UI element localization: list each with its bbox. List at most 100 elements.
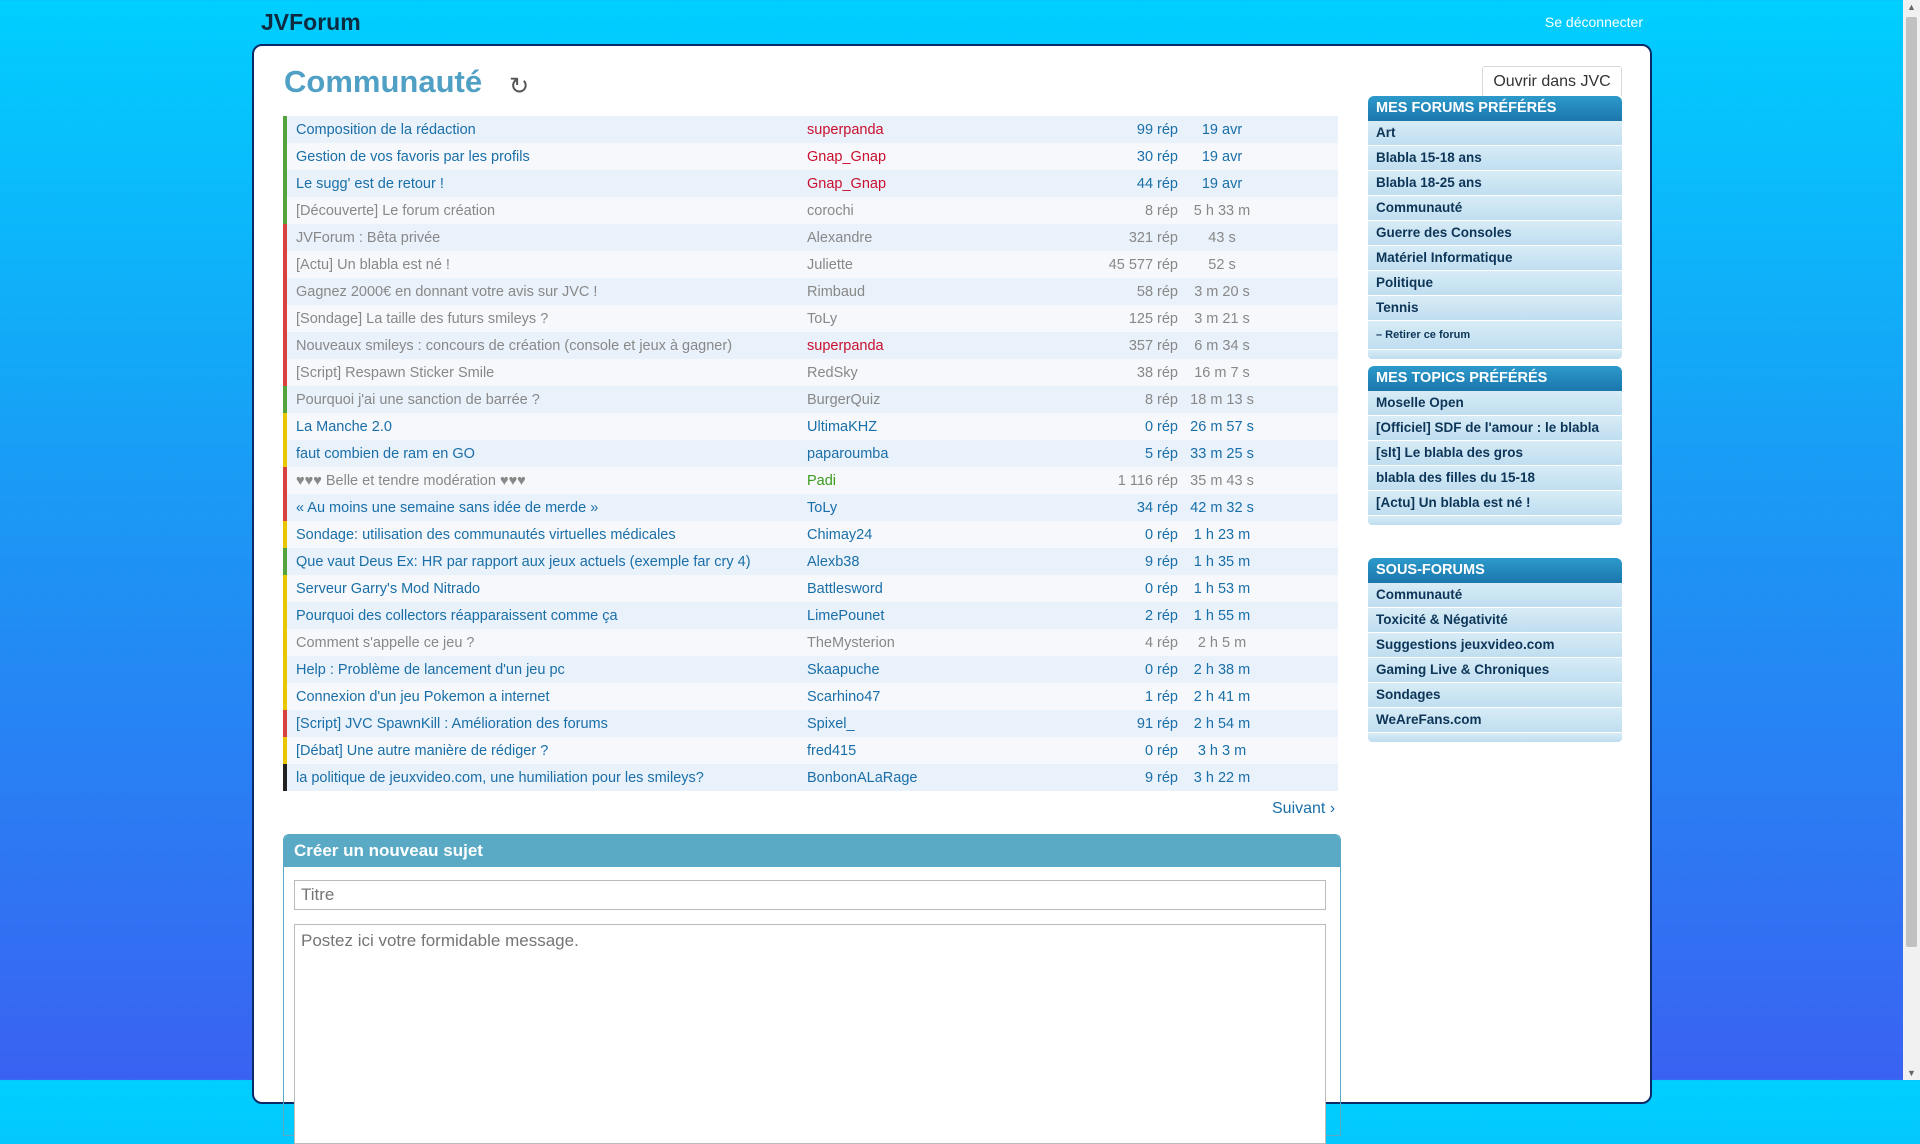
topic-row[interactable]: Que vaut Deus Ex: HR par rapport aux jeu… [283, 548, 1338, 575]
topic-author[interactable]: UltimaKHZ [807, 419, 877, 435]
topic-author[interactable]: ToLy [807, 500, 837, 516]
favorite-forum-item[interactable]: Communauté [1368, 196, 1622, 221]
topic-author[interactable]: Padi [807, 473, 836, 489]
topic-author[interactable]: Scarhino47 [807, 689, 880, 705]
logout-link[interactable]: Se déconnecter [1545, 14, 1643, 30]
open-in-jvc-button[interactable]: Ouvrir dans JVC [1482, 66, 1622, 98]
topic-row[interactable]: Nouveaux smileys : concours de création … [283, 332, 1338, 359]
topic-row[interactable]: [Script] Respawn Sticker Smile RedSky 38 r… [283, 359, 1338, 386]
topic-row[interactable]: Gagnez 2000€ en donnant votre avis sur J… [283, 278, 1338, 305]
subforum-item[interactable]: Toxicité & Négativité [1368, 608, 1622, 633]
scroll-down-icon[interactable]: ▼ [1907, 1068, 1916, 1078]
topic-author[interactable]: Juliette [807, 257, 853, 273]
favorite-topic-item[interactable]: Moselle Open [1368, 391, 1622, 416]
topic-title-link[interactable]: [Sondage] La taille des futurs smileys ? [296, 311, 548, 327]
topic-author[interactable]: Spixel_ [807, 716, 855, 732]
topic-author[interactable]: corochi [807, 203, 854, 219]
topic-row[interactable]: « Au moins une semaine sans idée de merd… [283, 494, 1338, 521]
topic-title-link[interactable]: Gestion de vos favoris par les profils [296, 149, 530, 165]
scroll-up-icon[interactable]: ▲ [1907, 2, 1916, 12]
favorite-forum-item[interactable]: Politique [1368, 271, 1622, 296]
topic-row[interactable]: [Actu] Un blabla est né ! Juliette 45 577 … [283, 251, 1338, 278]
topic-author[interactable]: LimePounet [807, 608, 884, 624]
topic-author[interactable]: RedSky [807, 365, 858, 381]
subforum-item[interactable]: Sondages [1368, 683, 1622, 708]
topic-row[interactable]: La Manche 2.0 UltimaKHZ 0 rép 26 m 57 s [283, 413, 1338, 440]
topic-row[interactable]: [Script] JVC SpawnKill : Amélioration de… [283, 710, 1338, 737]
brand-logo[interactable]: JVForum [261, 9, 361, 36]
topic-title-link[interactable]: [Débat] Une autre manière de rédiger ? [296, 743, 548, 759]
topic-author[interactable]: Chimay24 [807, 527, 872, 543]
topic-author[interactable]: ToLy [807, 311, 837, 327]
topic-author[interactable]: Rimbaud [807, 284, 865, 300]
topic-author[interactable]: Gnap_Gnap [807, 149, 886, 165]
favorite-topic-item[interactable]: [Actu] Un blabla est né ! [1368, 491, 1622, 516]
topic-author[interactable]: Gnap_Gnap [807, 176, 886, 192]
topic-title-link[interactable]: ♥♥♥ Belle et tendre modération ♥♥♥ [296, 473, 526, 489]
topic-author[interactable]: BurgerQuiz [807, 392, 880, 408]
topic-title-link[interactable]: JVForum : Bêta privée [296, 230, 440, 246]
topic-row[interactable]: Pourquoi des collectors réapparaissent c… [283, 602, 1338, 629]
topic-row[interactable]: Pourquoi j'ai une sanction de barrée ? Bu… [283, 386, 1338, 413]
topic-author[interactable]: paparoumba [807, 446, 888, 462]
favorite-forum-item[interactable]: Guerre des Consoles [1368, 221, 1622, 246]
topic-title-link[interactable]: faut combien de ram en GO [296, 446, 475, 462]
topic-title-link[interactable]: [Script] Respawn Sticker Smile [296, 365, 494, 381]
topic-title-link[interactable]: Sondage: utilisation des communautés vir… [296, 527, 676, 543]
subforum-item[interactable]: Suggestions jeuxvideo.com [1368, 633, 1622, 658]
topic-author[interactable]: Skaapuche [807, 662, 880, 678]
topic-row[interactable]: [Découverte] Le forum création corochi 8 r… [283, 197, 1338, 224]
topic-author[interactable]: Alexb38 [807, 554, 859, 570]
favorite-forum-item[interactable]: Blabla 18-25 ans [1368, 171, 1622, 196]
topic-row[interactable]: Help : Problème de lancement d'un jeu pc… [283, 656, 1338, 683]
topic-author[interactable]: BonbonALaRage [807, 770, 917, 786]
topic-author[interactable]: TheMysterion [807, 635, 895, 651]
topic-title-link[interactable]: Pourquoi j'ai une sanction de barrée ? [296, 392, 540, 408]
topic-row[interactable]: [Débat] Une autre manière de rédiger ? fr… [283, 737, 1338, 764]
topic-author[interactable]: Battlesword [807, 581, 883, 597]
favorite-topic-item[interactable]: [Officiel] SDF de l'amour : le blabla [1368, 416, 1622, 441]
topic-row[interactable]: faut combien de ram en GO paparoumba 5 rép… [283, 440, 1338, 467]
topic-row[interactable]: ♥♥♥ Belle et tendre modération ♥♥♥ Padi 1 … [283, 467, 1338, 494]
scroll-thumb[interactable] [1906, 17, 1917, 947]
topic-title-link[interactable]: Pourquoi des collectors réapparaissent c… [296, 608, 618, 624]
topic-title-link[interactable]: [Découverte] Le forum création [296, 203, 495, 219]
topic-title-link[interactable]: [Actu] Un blabla est né ! [296, 257, 450, 273]
topic-row[interactable]: Le sugg' est de retour ! Gnap_Gnap 44 rép 1… [283, 170, 1338, 197]
topic-author[interactable]: Alexandre [807, 230, 872, 246]
topic-title-input[interactable] [294, 880, 1326, 910]
topic-title-link[interactable]: Serveur Garry's Mod Nitrado [296, 581, 480, 597]
favorite-forum-item[interactable]: Tennis [1368, 296, 1622, 321]
next-page-link[interactable]: Suivant › [1272, 800, 1335, 818]
topic-title-link[interactable]: Nouveaux smileys : concours de création … [296, 338, 732, 354]
topic-title-link[interactable]: [Script] JVC SpawnKill : Amélioration de… [296, 716, 608, 732]
topic-row[interactable]: Serveur Garry's Mod Nitrado Battlesword 0 … [283, 575, 1338, 602]
topic-title-link[interactable]: Connexion d'un jeu Pokemon a internet [296, 689, 549, 705]
topic-row[interactable]: Comment s'appelle ce jeu ? TheMysterion 4 … [283, 629, 1338, 656]
topic-author[interactable]: superpanda [807, 122, 884, 138]
topic-message-textarea[interactable] [294, 924, 1326, 1144]
topic-row[interactable]: Gestion de vos favoris par les profils Gn… [283, 143, 1338, 170]
topic-author[interactable]: fred415 [807, 743, 856, 759]
favorite-topic-item[interactable]: blabla des filles du 15-18 [1368, 466, 1622, 491]
topic-row[interactable]: JVForum : Bêta privée Alexandre 321 rép 43 … [283, 224, 1338, 251]
refresh-icon[interactable]: ↻ [509, 72, 529, 101]
page-scrollbar[interactable]: ▲ ▼ [1903, 0, 1920, 1080]
favorite-forum-item[interactable]: Matériel Informatique [1368, 246, 1622, 271]
favorite-forum-item[interactable]: Art [1368, 121, 1622, 146]
topic-title-link[interactable]: Comment s'appelle ce jeu ? [296, 635, 474, 651]
topic-row[interactable]: Connexion d'un jeu Pokemon a internet Sca… [283, 683, 1338, 710]
topic-title-link[interactable]: Gagnez 2000€ en donnant votre avis sur J… [296, 284, 597, 300]
topic-row[interactable]: [Sondage] La taille des futurs smileys ?… [283, 305, 1338, 332]
favorite-topic-item[interactable]: [slt] Le blabla des gros [1368, 441, 1622, 466]
topic-title-link[interactable]: La Manche 2.0 [296, 419, 392, 435]
topic-title-link[interactable]: Help : Problème de lancement d'un jeu pc [296, 662, 565, 678]
topic-title-link[interactable]: Que vaut Deus Ex: HR par rapport aux jeu… [296, 554, 751, 570]
remove-forum-link[interactable]: – Retirer ce forum [1368, 321, 1622, 350]
topic-title-link[interactable]: Le sugg' est de retour ! [296, 176, 444, 192]
topic-title-link[interactable]: la politique de jeuxvideo.com, une humil… [296, 770, 704, 786]
topic-author[interactable]: superpanda [807, 338, 884, 354]
topic-row[interactable]: Composition de la rédaction superpanda 99 … [283, 116, 1338, 143]
topic-title-link[interactable]: « Au moins une semaine sans idée de merd… [296, 500, 598, 516]
favorite-forum-item[interactable]: Blabla 15-18 ans [1368, 146, 1622, 171]
